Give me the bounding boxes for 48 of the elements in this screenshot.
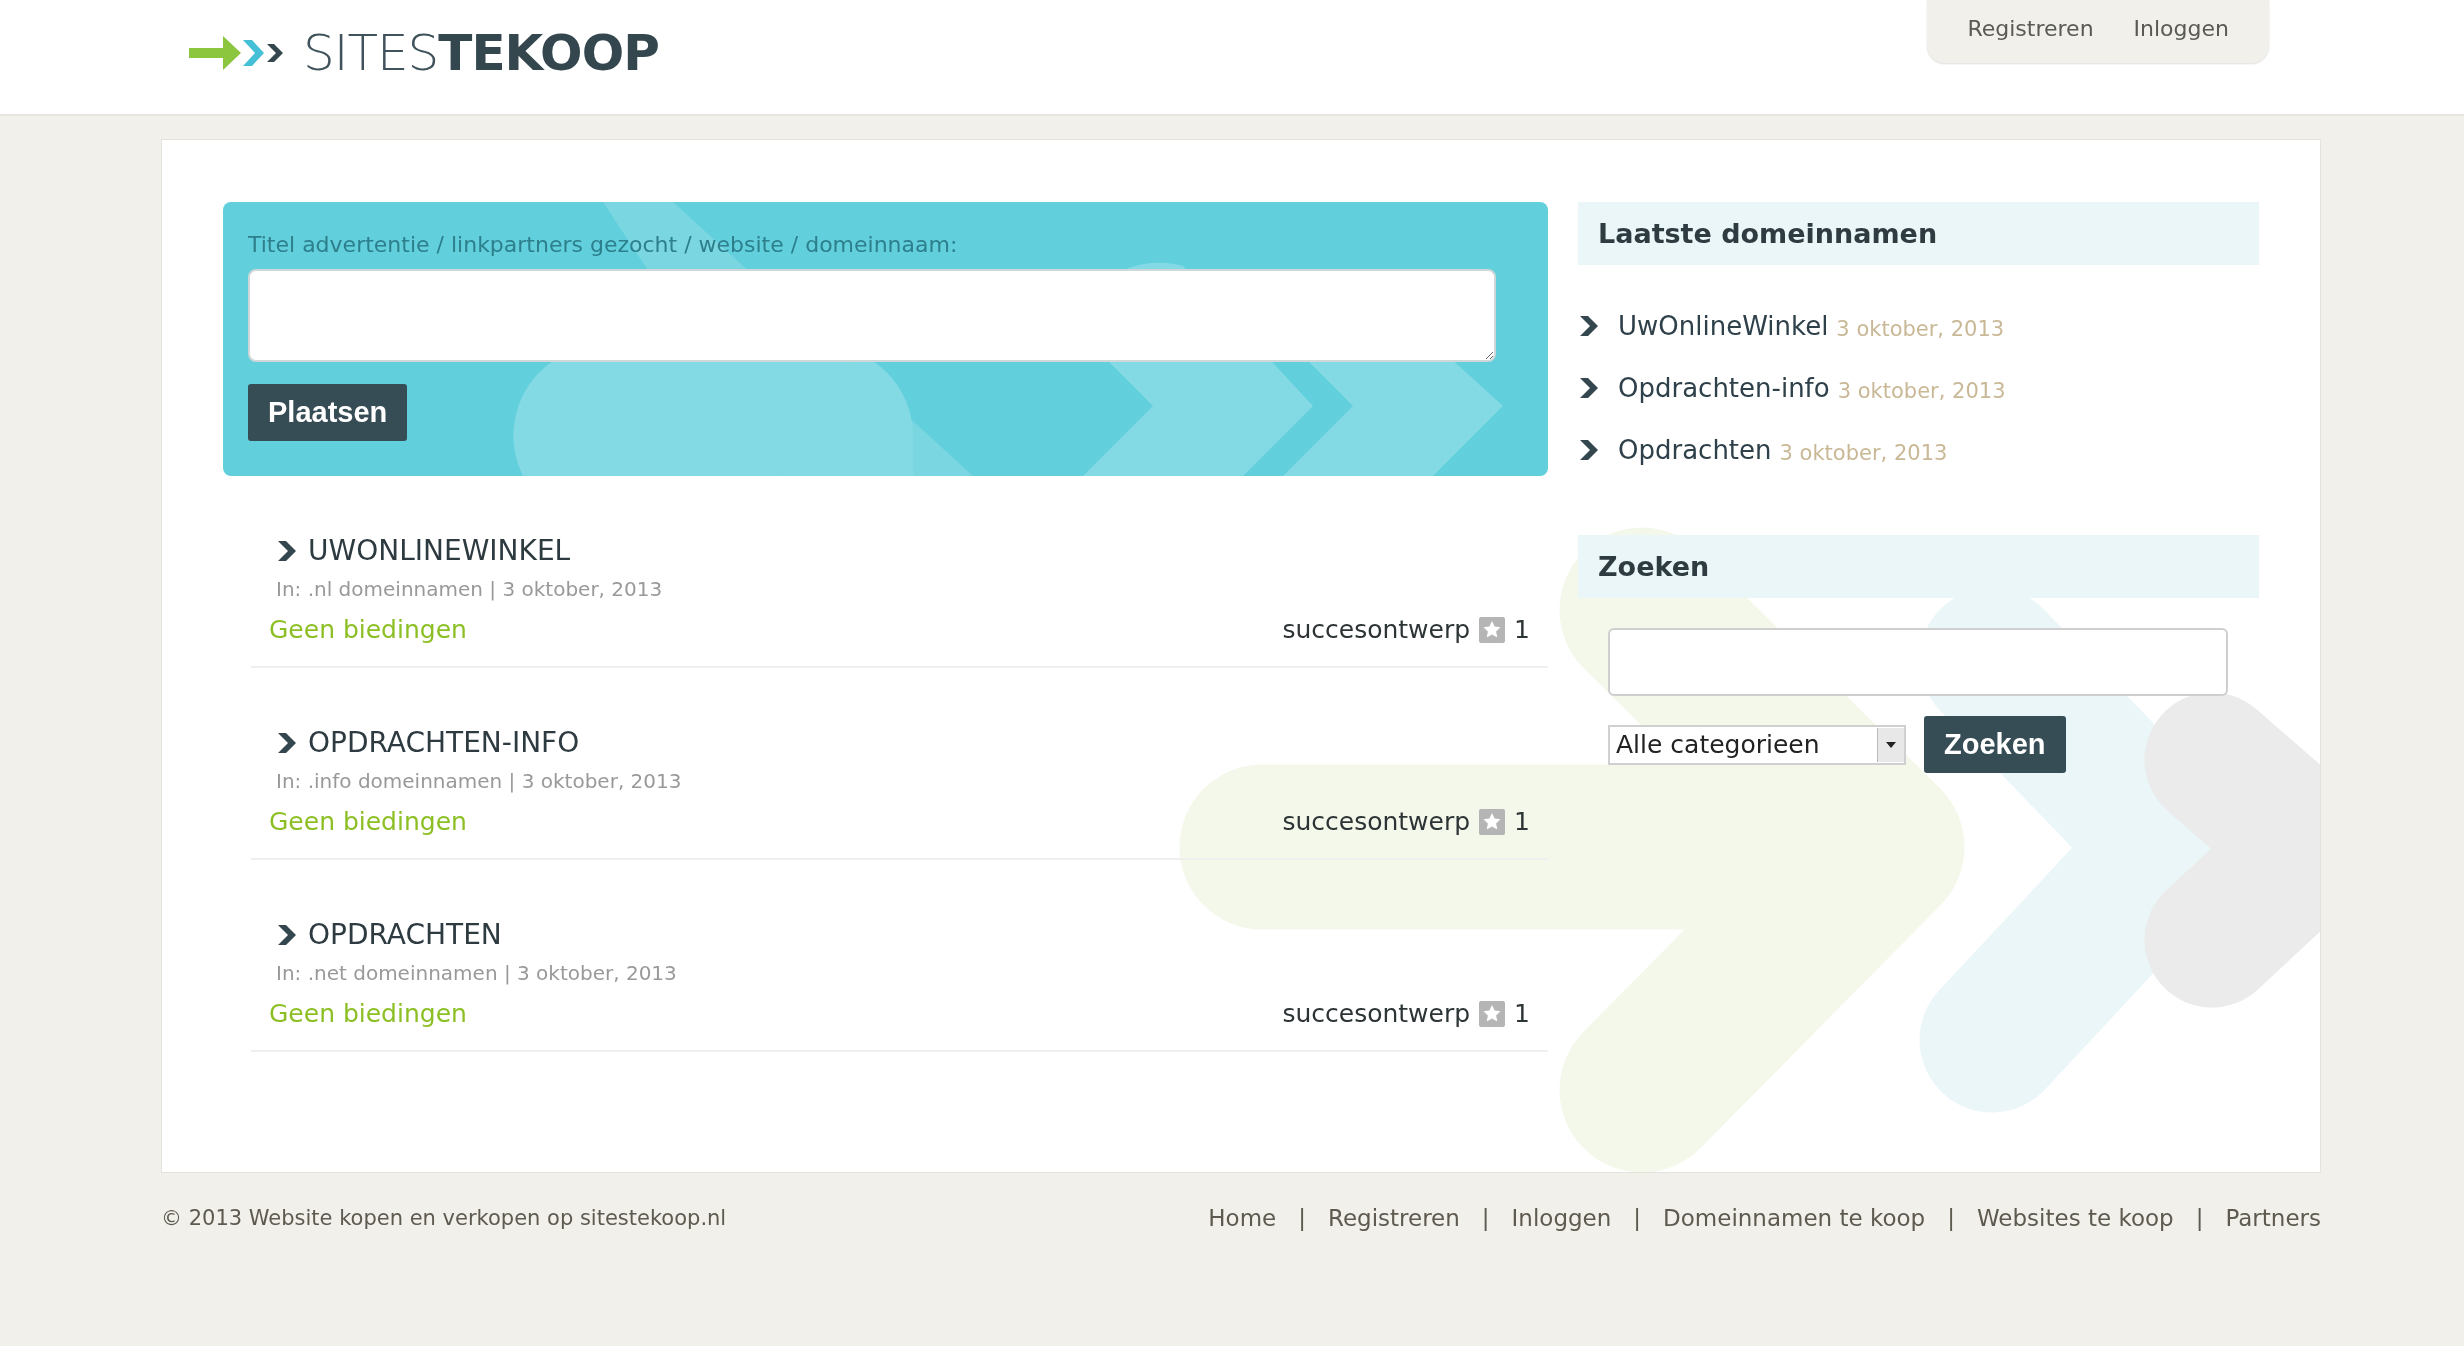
link-separator: | <box>1633 1205 1642 1231</box>
chevron-icon <box>276 730 298 755</box>
listing-meta: In: .net domeinnamen | 3 oktober, 2013 <box>276 961 678 985</box>
chevron-icon <box>276 538 298 563</box>
footer-link[interactable]: Partners <box>2225 1205 2321 1231</box>
search-field[interactable] <box>1608 628 2228 696</box>
rating-count: 1 <box>1514 807 1530 836</box>
logo-text: SITESTEKOOP <box>303 28 659 78</box>
chevron-icon <box>1578 438 1600 462</box>
rating-count: 1 <box>1514 999 1530 1028</box>
link-separator: | <box>1298 1205 1306 1231</box>
nav-link[interactable]: Registreren <box>1967 16 2094 41</box>
caret-icon <box>1885 740 1897 749</box>
section-heading: Zoeken <box>1578 535 2259 598</box>
nav-link[interactable]: Inloggen <box>2133 16 2229 41</box>
user-name: succesontwerp <box>1282 807 1471 836</box>
place-button[interactable]: Plaatsen <box>248 384 408 441</box>
copyright-text: © 2013 Website kopen en verkopen op sitestekoop.nl <box>161 1206 727 1230</box>
item-date: 3 oktober, 2013 <box>1779 441 1948 465</box>
user-name: succesontwerp <box>1282 999 1471 1028</box>
listing-title[interactable]: OPDRACHTEN-INFO <box>308 726 580 759</box>
domain-link[interactable]: Opdrachten-info <box>1618 373 1830 403</box>
chevron-icon <box>1578 376 1600 400</box>
link-separator: | <box>2195 1205 2204 1231</box>
domain-link[interactable]: UwOnlineWinkel <box>1618 311 1829 341</box>
listing-title[interactable]: OPDRACHTEN <box>308 918 502 951</box>
footer-link[interactable]: Home <box>1208 1205 1277 1231</box>
footer-link[interactable]: Registreren <box>1327 1205 1460 1231</box>
category-dropdown[interactable]: Alle categorieen <box>1608 724 1906 765</box>
link-separator: | <box>1947 1205 1955 1231</box>
footer-link[interactable]: Inloggen <box>1511 1205 1612 1231</box>
link-separator: | <box>1481 1205 1490 1231</box>
footer-link[interactable]: Websites te koop <box>1976 1205 2174 1231</box>
listing-meta: In: .nl domeinnamen | 3 oktober, 2013 <box>276 577 664 601</box>
chevron-icon <box>276 922 298 947</box>
field-label: Titel advertentie / linkpartners gezocht / website / domeinnaam: <box>248 232 959 257</box>
user-name: succesontwerp <box>1282 615 1471 644</box>
listing-meta: In: .info domeinnamen | 3 oktober, 2013 <box>276 769 683 793</box>
chevron-icon <box>1578 314 1600 338</box>
item-date: 3 oktober, 2013 <box>1836 317 2005 341</box>
item-date: 3 oktober, 2013 <box>1837 379 2006 403</box>
footer-link[interactable]: Domeinnamen te koop <box>1663 1205 1926 1231</box>
domain-link[interactable]: Opdrachten <box>1618 435 1772 465</box>
title-input-field[interactable] <box>248 269 1496 362</box>
rating-count: 1 <box>1514 615 1530 644</box>
search-button[interactable]: Zoeken <box>1924 716 2066 773</box>
listing-title[interactable]: UWONLINEWINKEL <box>308 534 571 567</box>
section-heading: Laatste domeinnamen <box>1578 202 2259 265</box>
